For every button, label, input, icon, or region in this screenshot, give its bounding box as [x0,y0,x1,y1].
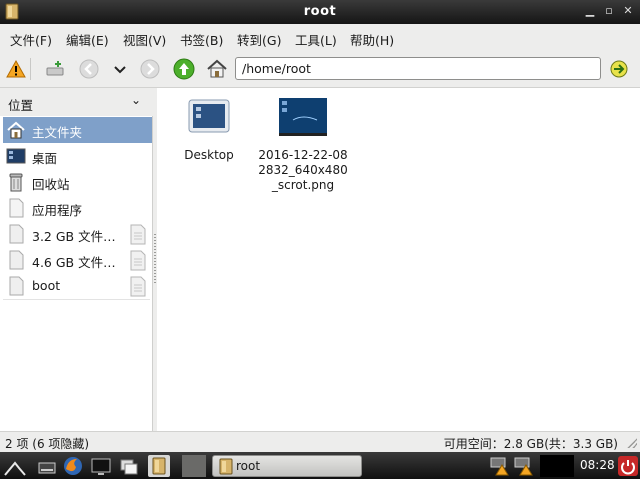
file-name: 2016-12-22-08 2832_640x480 _scrot.png [258,148,348,192]
eject-icon[interactable] [129,276,147,297]
workspace-indicator[interactable] [182,455,206,477]
status-bar: 2 项 (6 项隐藏) 可用空间：2.8 GB(共：3.3 GB) [0,431,640,452]
window-switcher-icon[interactable] [118,455,140,477]
file-name: Desktop [184,148,234,162]
sidebar-item-volume-4gb[interactable]: 4.6 GB 文件… [3,247,152,273]
menu-bar: 文件(F) 编辑(E) 视图(V) 书签(B) 转到(G) 工具(L) 帮助(H… [0,24,640,50]
toolbar-separator [30,58,31,80]
menu-edit[interactable]: 编辑(E) [66,30,109,49]
power-icon[interactable] [617,455,639,477]
menu-file[interactable]: 文件(F) [10,30,52,49]
title-bar[interactable]: root ▁ ▫ ✕ [0,0,640,24]
sidebar-header[interactable]: 位置 ⌄ [0,88,153,116]
clock[interactable]: 08:28 [580,458,615,472]
go-icon[interactable] [607,57,631,81]
drive-icon [9,250,24,270]
sidebar-item-desktop[interactable]: 桌面 [3,143,152,169]
sidebar-item-label: 3.2 GB 文件… [32,229,116,244]
sidebar-item-volume-3gb[interactable]: 3.2 GB 文件… [3,221,152,247]
network-warning-icon[interactable] [512,455,534,477]
sidebar-header-label: 位置 [8,98,34,113]
item-count-status: 2 项 (6 项隐藏) [5,437,90,451]
window-title: root [303,4,337,19]
sidebar-places: 位置 ⌄ 主文件夹 桌面 回收站 应用程序 3.2 GB 文件… 4.6 GB … [0,88,153,431]
location-input[interactable]: /home/root [235,57,601,80]
forward-icon[interactable] [138,57,162,81]
show-desktop-icon[interactable] [36,455,58,477]
taskbar-window-button[interactable]: root [212,455,362,477]
menu-view[interactable]: 视图(V) [123,30,166,49]
taskbar-window-label: root [236,459,261,473]
up-icon[interactable] [172,57,196,81]
sidebar-item-label: 回收站 [32,177,70,192]
sidebar-item-applications[interactable]: 应用程序 [3,195,152,221]
warning-icon[interactable] [4,57,28,81]
resize-grip[interactable] [627,438,637,448]
sidebar-divider [3,299,150,300]
sidebar-item-label: 应用程序 [32,203,83,218]
file-item-screenshot[interactable]: 2016-12-22-08 2832_640x480 _scrot.png [257,98,349,193]
tray-blank-area [540,455,574,477]
network-warning-icon[interactable] [488,455,510,477]
new-tab-icon[interactable] [43,57,67,81]
menu-bookmarks[interactable]: 书签(B) [180,30,223,49]
close-button[interactable]: ✕ [622,5,634,17]
sidebar-item-label: boot [32,278,61,293]
history-dropdown-icon[interactable] [108,57,132,81]
firefox-icon[interactable] [62,455,84,477]
sidebar-item-boot[interactable]: boot [3,273,152,299]
eject-icon[interactable] [129,250,147,271]
image-thumbnail-icon [279,98,327,136]
taskbar: root 08:28 [0,452,640,479]
eject-icon[interactable] [129,224,147,245]
start-menu-icon[interactable] [4,455,26,477]
minimize-button[interactable]: ▁ [584,5,596,17]
sidebar-item-trash[interactable]: 回收站 [3,169,152,195]
file-manager-icon [219,458,233,475]
drive-icon [9,224,24,244]
home-icon [7,121,25,139]
folder-desktop-icon [188,99,230,133]
desktop-icon [6,148,26,164]
sidebar-item-label: 4.6 GB 文件… [32,255,116,270]
menu-tools[interactable]: 工具(L) [295,30,337,49]
trash-icon [9,173,23,192]
sidebar-item-label: 主文件夹 [32,125,83,140]
free-space-status: 可用空间：2.8 GB(共：3.3 GB) [443,437,618,451]
file-manager-icon[interactable] [148,455,170,477]
menu-help[interactable]: 帮助(H) [350,30,394,49]
chevron-down-icon[interactable]: ⌄ [131,93,141,107]
sidebar-item-home[interactable]: 主文件夹 [3,117,152,143]
applications-icon [9,198,24,218]
file-view[interactable]: Desktop 2016-12-22-08 2832_640x480 _scro… [157,88,640,431]
back-icon[interactable] [77,57,101,81]
home-icon[interactable] [205,57,229,81]
drive-icon [9,276,24,296]
maximize-button[interactable]: ▫ [603,5,615,17]
terminal-icon[interactable] [90,455,112,477]
sidebar-item-label: 桌面 [32,151,58,166]
menu-go[interactable]: 转到(G) [237,30,281,49]
file-item-desktop[interactable]: Desktop [179,98,239,163]
